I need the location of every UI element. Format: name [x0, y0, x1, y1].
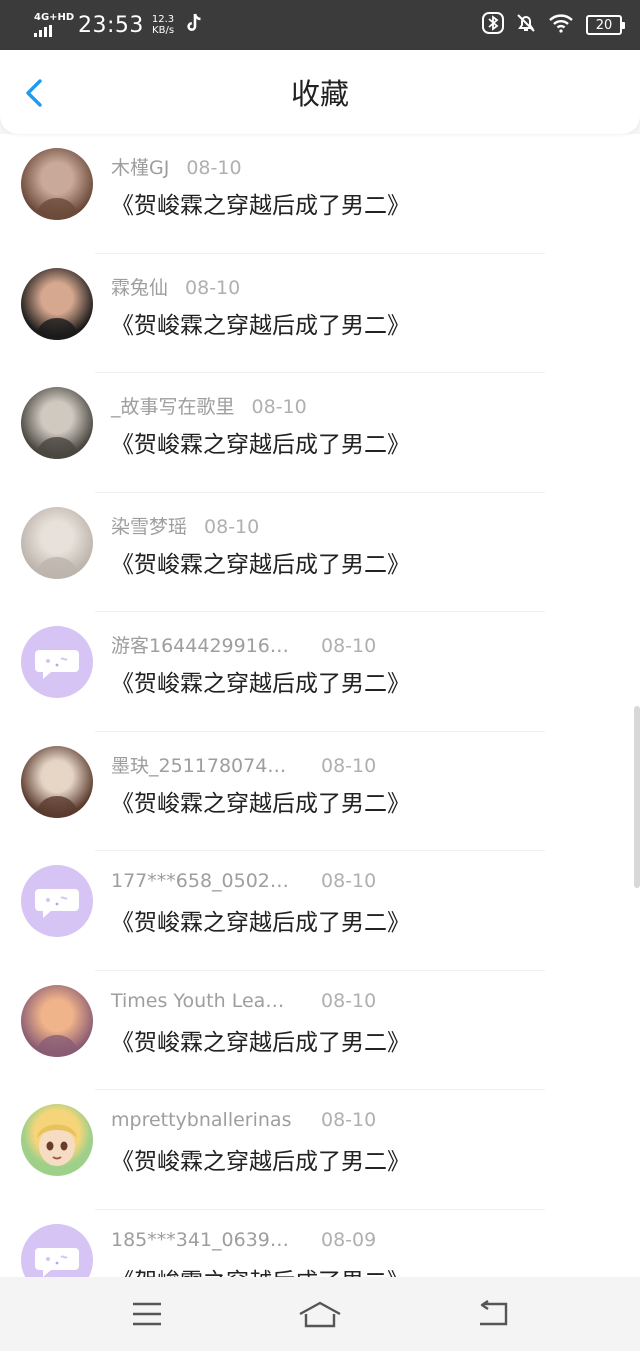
network-indicator: 4G+HD: [34, 12, 75, 37]
list-item[interactable]: 游客1644429916… 08-10 《贺峻霖之穿越后成了男二》: [0, 612, 640, 732]
list-item[interactable]: 185***341_0639… 08-09 《贺峻霖之穿越后成了男二》: [0, 1210, 640, 1278]
item-meta: Times Youth Lea… 08-10: [111, 990, 376, 1016]
speed-value: 12.3: [151, 14, 175, 25]
clock: 23:53: [78, 12, 144, 38]
item-meta: 177***658_0502… 08-10: [111, 870, 376, 896]
chevron-left-icon: [26, 79, 42, 107]
person-photo: [35, 165, 79, 220]
status-icons: 20: [482, 11, 625, 39]
item-date: 08-10: [185, 276, 241, 299]
item-meta: 木槿GJ 08-10: [111, 153, 242, 179]
person-photo: [35, 284, 79, 340]
list-item[interactable]: mprettybnallerinas 08-10 《贺峻霖之穿越后成了男二》: [0, 1090, 640, 1210]
favorites-list: 木槿GJ 08-10 《贺峻霖之穿越后成了男二》 霖兔仙 08-10 《贺峻霖之穿越后成了…: [0, 134, 640, 1277]
list-item[interactable]: 墨玦_251178074… 08-10 《贺峻霖之穿越后成了男二》: [0, 732, 640, 851]
item-meta: 游客1644429916… 08-10: [111, 631, 376, 657]
book-title[interactable]: 《贺峻霖之穿越后成了男二》: [111, 545, 410, 579]
book-title[interactable]: 《贺峻霖之穿越后成了男二》: [111, 903, 410, 937]
default-avatar[interactable]: [21, 1223, 93, 1277]
photo-avatar[interactable]: [21, 148, 93, 220]
item-meta: _故事写在歌里 08-10: [111, 392, 307, 418]
username[interactable]: 霖兔仙: [111, 273, 168, 300]
network-label: 4G+HD: [34, 12, 75, 23]
default-avatar[interactable]: [21, 865, 93, 937]
item-date: 08-10: [321, 989, 377, 1012]
back-icon: [480, 1300, 508, 1326]
menu-button[interactable]: [122, 1294, 172, 1334]
book-title[interactable]: 《贺峻霖之穿越后成了男二》: [111, 425, 410, 459]
network-speed: 12.3 KB/s: [152, 14, 174, 36]
menu-icon: [132, 1302, 161, 1326]
book-title[interactable]: 《贺峻霖之穿越后成了男二》: [111, 186, 410, 220]
username[interactable]: _故事写在歌里: [111, 392, 235, 419]
photo-avatar[interactable]: [21, 506, 93, 579]
list-item[interactable]: 177***658_0502… 08-10 《贺峻霖之穿越后成了男二》: [0, 851, 640, 971]
book-title[interactable]: 《贺峻霖之穿越后成了男二》: [111, 1142, 410, 1176]
username[interactable]: 177***658_0502…: [111, 870, 289, 892]
item-meta: 墨玦_251178074… 08-10: [111, 751, 376, 777]
username[interactable]: 染雪梦瑶: [111, 512, 187, 539]
book-title[interactable]: 《贺峻霖之穿越后成了男二》: [111, 664, 410, 698]
person-photo: [35, 404, 79, 459]
speed-unit: KB/s: [152, 25, 175, 36]
photo-avatar[interactable]: [21, 984, 93, 1057]
item-date: 08-10: [321, 870, 377, 892]
battery-icon: 20: [586, 15, 625, 35]
item-date: 08-10: [321, 635, 377, 657]
book-title[interactable]: 《贺峻霖之穿越后成了男二》: [111, 784, 410, 818]
item-date: 08-10: [321, 1109, 377, 1131]
tiktok-icon: [186, 13, 204, 38]
username[interactable]: Times Youth Lea…: [111, 990, 284, 1012]
item-date: 08-10: [186, 157, 242, 179]
signal-icon: [34, 25, 70, 37]
list-item[interactable]: 染雪梦瑶 08-10 《贺峻霖之穿越后成了男二》: [0, 493, 640, 612]
username[interactable]: 墨玦_251178074…: [111, 751, 286, 778]
wifi-icon: [548, 13, 574, 38]
battery-level: 20: [595, 17, 613, 33]
username[interactable]: 游客1644429916…: [111, 631, 289, 658]
book-title[interactable]: 《贺峻霖之穿越后成了男二》: [111, 1262, 410, 1278]
list-item[interactable]: 木槿GJ 08-10 《贺峻霖之穿越后成了男二》: [0, 134, 640, 254]
home-icon: [299, 1301, 341, 1328]
username[interactable]: 木槿GJ: [111, 153, 169, 180]
bluetooth-icon: [482, 11, 504, 39]
back-nav-button[interactable]: [468, 1294, 518, 1334]
item-meta: 霖兔仙 08-10: [111, 273, 240, 299]
item-date: 08-10: [251, 396, 307, 418]
cartoon-avatar[interactable]: [21, 1104, 93, 1176]
book-title[interactable]: 《贺峻霖之穿越后成了男二》: [111, 1023, 410, 1057]
mute-icon: [516, 13, 536, 38]
photo-avatar[interactable]: [21, 267, 93, 340]
list-item[interactable]: Times Youth Lea… 08-10 《贺峻霖之穿越后成了男二》: [0, 971, 640, 1090]
app-header: 收藏: [0, 50, 640, 134]
page-title: 收藏: [290, 77, 349, 111]
system-nav-bar: [0, 1277, 640, 1351]
username[interactable]: 185***341_0639…: [111, 1229, 289, 1251]
item-meta: mprettybnallerinas 08-10: [111, 1109, 376, 1135]
item-date: 08-10: [204, 515, 260, 538]
scrollbar[interactable]: [634, 706, 640, 888]
username[interactable]: mprettybnallerinas: [111, 1109, 291, 1131]
person-photo: [35, 523, 79, 579]
chat-bubble-icon: [35, 889, 79, 918]
chat-bubble-icon: [35, 650, 79, 679]
chat-bubble-icon: [35, 1247, 79, 1277]
default-avatar[interactable]: [21, 626, 93, 698]
photo-avatar[interactable]: [21, 745, 93, 818]
item-date: 08-09: [321, 1228, 377, 1251]
cartoon-face-icon: [37, 1124, 77, 1166]
list-item[interactable]: 霖兔仙 08-10 《贺峻霖之穿越后成了男二》: [0, 254, 640, 373]
item-date: 08-10: [321, 754, 377, 777]
back-button[interactable]: [22, 78, 48, 108]
item-meta: 185***341_0639… 08-09: [111, 1229, 376, 1255]
photo-avatar[interactable]: [21, 387, 93, 459]
status-bar: 4G+HD 23:53 12.3 KB/s 20: [0, 0, 640, 50]
home-button[interactable]: [295, 1294, 345, 1334]
person-photo: [35, 1001, 79, 1057]
list-item[interactable]: _故事写在歌里 08-10 《贺峻霖之穿越后成了男二》: [0, 373, 640, 493]
book-title[interactable]: 《贺峻霖之穿越后成了男二》: [111, 306, 410, 340]
item-meta: 染雪梦瑶 08-10: [111, 512, 259, 538]
person-photo: [35, 762, 79, 818]
